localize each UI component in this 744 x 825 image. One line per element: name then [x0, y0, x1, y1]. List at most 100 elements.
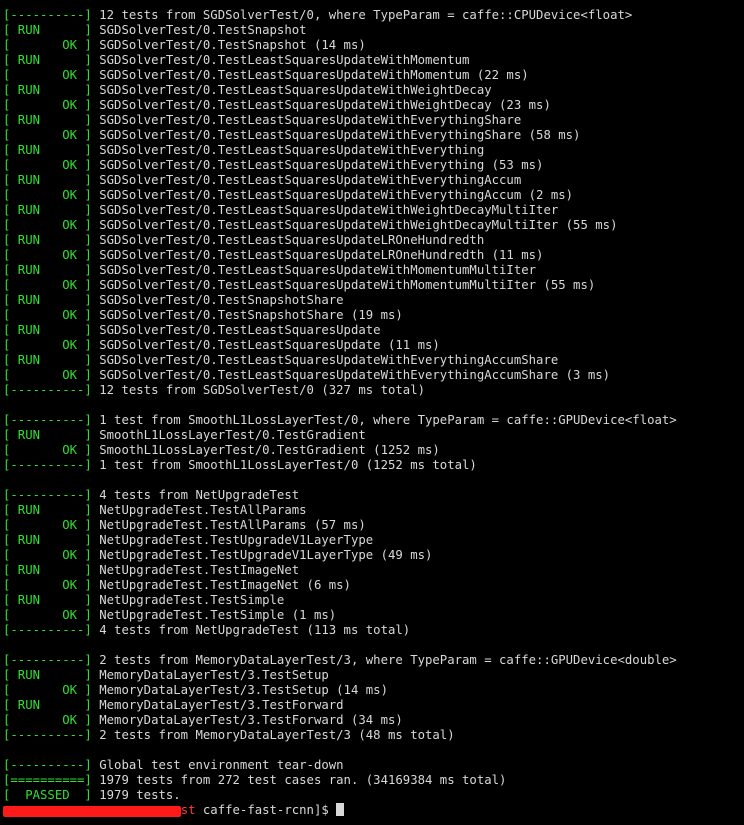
test-status-tag: [==========]: [3, 773, 92, 787]
test-message: SGDSolverTest/0.TestLeastSquaresUpdateWi…: [91, 368, 611, 382]
test-status-tag: [ RUN ]: [3, 143, 92, 157]
terminal-line: [ RUN ] SGDSolverTest/0.TestLeastSquares…: [3, 233, 743, 248]
terminal-line: [ OK ] SGDSolverTest/0.TestLeastSquaresU…: [3, 368, 743, 383]
test-message: SGDSolverTest/0.TestLeastSquaresUpdateWi…: [91, 203, 559, 217]
terminal-line: [ OK ] SGDSolverTest/0.TestLeastSquaresU…: [3, 158, 743, 173]
test-status-tag: [ OK ]: [3, 608, 92, 622]
terminal-line: [ RUN ] NetUpgradeTest.TestSimple: [3, 593, 743, 608]
test-message: 2 tests from MemoryDataLayerTest/3, wher…: [91, 653, 677, 667]
test-status-tag: [----------]: [3, 758, 92, 772]
test-message: SGDSolverTest/0.TestLeastSquaresUpdateWi…: [91, 278, 596, 292]
terminal-line: [----------] 1 test from SmoothL1LossLay…: [3, 413, 743, 428]
terminal-line: [ OK ] NetUpgradeTest.TestImageNet (6 ms…: [3, 578, 743, 593]
test-status-tag: [ OK ]: [3, 98, 92, 112]
test-status-tag: [ OK ]: [3, 308, 92, 322]
test-message: SGDSolverTest/0.TestLeastSquaresUpdateWi…: [91, 98, 551, 112]
test-message: SGDSolverTest/0.TestLeastSquaresUpdateWi…: [91, 263, 537, 277]
terminal-line: [ RUN ] SmoothL1LossLayerTest/0.TestGrad…: [3, 428, 743, 443]
test-status-tag: [ RUN ]: [3, 23, 92, 37]
test-message: NetUpgradeTest.TestImageNet: [91, 563, 300, 577]
terminal-line: [ RUN ] SGDSolverTest/0.TestLeastSquares…: [3, 83, 743, 98]
test-message: SGDSolverTest/0.TestSnapshot (14 ms): [91, 38, 366, 52]
terminal-line: [==========] 1979 tests from 272 test ca…: [3, 773, 743, 788]
test-message: 2 tests from MemoryDataLayerTest/3 (48 m…: [91, 728, 455, 742]
test-message: 4 tests from NetUpgradeTest: [91, 488, 300, 502]
test-message: SGDSolverTest/0.TestLeastSquaresUpdate (…: [91, 338, 440, 352]
terminal-line: [ OK ] SGDSolverTest/0.TestLeastSquaresU…: [3, 248, 743, 263]
terminal-line: [ OK ] SGDSolverTest/0.TestLeastSquaresU…: [3, 338, 743, 353]
test-status-tag: [ OK ]: [3, 38, 92, 52]
terminal-line: [ OK ] MemoryDataLayerTest/3.TestForward…: [3, 713, 743, 728]
test-message: 12 tests from SGDSolverTest/0 (327 ms to…: [91, 383, 425, 397]
test-status-tag: [ RUN ]: [3, 698, 92, 712]
test-status-tag: [ OK ]: [3, 683, 92, 697]
test-message: MemoryDataLayerTest/3.TestSetup: [91, 668, 329, 682]
test-message: SmoothL1LossLayerTest/0.TestGradient (12…: [91, 443, 440, 457]
test-status-tag: [ RUN ]: [3, 593, 92, 607]
prompt-host-fragment: st: [180, 803, 196, 817]
test-message: 4 tests from NetUpgradeTest (113 ms tota…: [91, 623, 411, 637]
terminal-line: [ OK ] SGDSolverTest/0.TestLeastSquaresU…: [3, 188, 743, 203]
test-message: SGDSolverTest/0.TestLeastSquaresUpdateWi…: [91, 158, 544, 172]
terminal-line: [----------] 12 tests from SGDSolverTest…: [3, 8, 743, 23]
test-message: 12 tests from SGDSolverTest/0, where Typ…: [91, 8, 633, 22]
test-status-tag: [ RUN ]: [3, 263, 92, 277]
test-status-tag: [ RUN ]: [3, 533, 92, 547]
terminal-line: [ OK ] NetUpgradeTest.TestAllParams (57 …: [3, 518, 743, 533]
test-message: NetUpgradeTest.TestUpgradeV1LayerType: [91, 533, 374, 547]
terminal-line: [ RUN ] SGDSolverTest/0.TestLeastSquares…: [3, 143, 743, 158]
test-status-tag: [ RUN ]: [3, 428, 92, 442]
terminal-line: [----------] Global test environment tea…: [3, 758, 743, 773]
test-status-tag: [----------]: [3, 623, 92, 637]
test-status-tag: [ OK ]: [3, 68, 92, 82]
test-status-tag: [ RUN ]: [3, 503, 92, 517]
test-status-tag: [ OK ]: [3, 248, 92, 262]
test-status-tag: [----------]: [3, 383, 92, 397]
test-message: NetUpgradeTest.TestAllParams: [91, 503, 307, 517]
test-status-tag: [----------]: [3, 488, 92, 502]
test-status-tag: [ RUN ]: [3, 53, 92, 67]
test-message: NetUpgradeTest.TestSimple (1 ms): [91, 608, 337, 622]
test-status-tag: [ PASSED ]: [3, 788, 92, 802]
test-status-tag: [ RUN ]: [3, 173, 92, 187]
terminal-line: [ RUN ] SGDSolverTest/0.TestLeastSquares…: [3, 173, 743, 188]
terminal-line: [----------] 1 test from SmoothL1LossLay…: [3, 458, 743, 473]
test-message: 1979 tests from 272 test cases ran. (341…: [91, 773, 507, 787]
test-message: SGDSolverTest/0.TestLeastSquaresUpdateWi…: [91, 53, 470, 67]
shell-prompt[interactable]: st caffe-fast-rcnn]$: [3, 803, 743, 818]
test-status-tag: [ RUN ]: [3, 563, 92, 577]
test-status-tag: [ OK ]: [3, 218, 92, 232]
test-message: 1979 tests.: [91, 788, 181, 802]
terminal-line: [ RUN ] MemoryDataLayerTest/3.TestForwar…: [3, 698, 743, 713]
test-message: NetUpgradeTest.TestImageNet (6 ms): [91, 578, 351, 592]
terminal-line: [ PASSED ] 1979 tests.: [3, 788, 743, 803]
test-status-tag: [----------]: [3, 653, 92, 667]
terminal-line: [ RUN ] SGDSolverTest/0.TestSnapshot: [3, 23, 743, 38]
test-message: NetUpgradeTest.TestAllParams (57 ms): [91, 518, 366, 532]
test-status-tag: [ OK ]: [3, 518, 92, 532]
terminal-line: [----------] 4 tests from NetUpgradeTest: [3, 488, 743, 503]
test-message: SGDSolverTest/0.TestSnapshotShare (19 ms…: [91, 308, 403, 322]
test-message: SGDSolverTest/0.TestSnapshot: [91, 23, 307, 37]
terminal-line: [ OK ] MemoryDataLayerTest/3.TestSetup (…: [3, 683, 743, 698]
test-message: SGDSolverTest/0.TestLeastSquaresUpdateWi…: [91, 173, 522, 187]
test-status-tag: [----------]: [3, 458, 92, 472]
test-message: Global test environment tear-down: [91, 758, 344, 772]
test-message: 1 test from SmoothL1LossLayerTest/0, whe…: [91, 413, 677, 427]
test-message: SGDSolverTest/0.TestLeastSquaresUpdateWi…: [91, 188, 574, 202]
terminal-line: [ OK ] SGDSolverTest/0.TestSnapshot (14 …: [3, 38, 743, 53]
text-cursor: [336, 803, 345, 816]
test-message: SGDSolverTest/0.TestLeastSquaresUpdateWi…: [91, 113, 522, 127]
terminal-line: [ RUN ] NetUpgradeTest.TestUpgradeV1Laye…: [3, 533, 743, 548]
prompt-padding: [3, 803, 181, 817]
test-status-tag: [ RUN ]: [3, 353, 92, 367]
test-message: SGDSolverTest/0.TestLeastSquaresUpdateLR…: [91, 248, 544, 262]
terminal-line: [----------] 2 tests from MemoryDataLaye…: [3, 728, 743, 743]
test-status-tag: [ OK ]: [3, 713, 92, 727]
terminal-output[interactable]: [----------] 12 tests from SGDSolverTest…: [3, 8, 743, 818]
terminal-line: [----------] 4 tests from NetUpgradeTest…: [3, 623, 743, 638]
test-status-tag: [ OK ]: [3, 443, 92, 457]
test-status-tag: [ RUN ]: [3, 83, 92, 97]
test-status-tag: [ OK ]: [3, 338, 92, 352]
